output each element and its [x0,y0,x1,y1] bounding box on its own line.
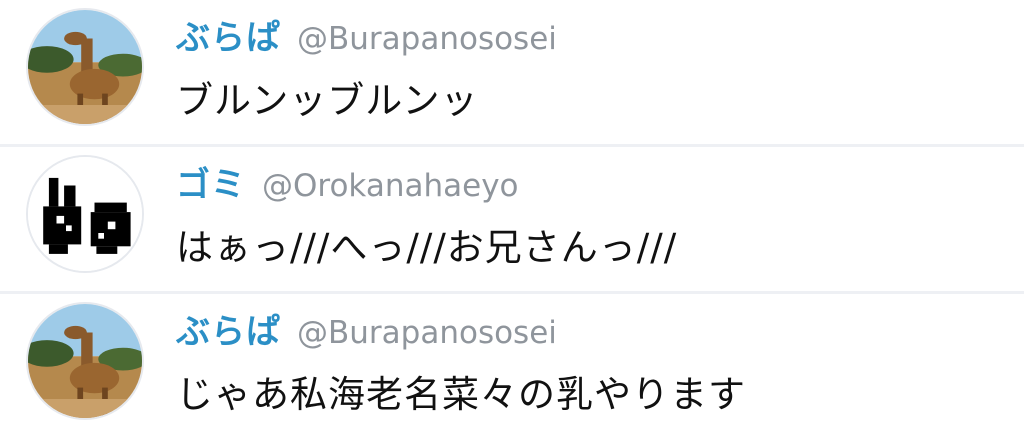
tweet-item[interactable]: ゴミ @Orokanahaeyo はぁっ///へっ///お兄さんっ/// [0,147,1024,294]
timeline: ぶらぱ @Burapanososei ブルンッブルンッ ゴミ @Orokanah… [0,0,1024,436]
display-name[interactable]: ぶらぱ [176,10,281,59]
display-name[interactable]: ゴミ [176,157,246,206]
giraffe-avatar-icon[interactable] [26,302,144,420]
display-name[interactable]: ぶらぱ [176,304,281,353]
tweet-header: ゴミ @Orokanahaeyo [176,157,519,213]
user-handle[interactable]: @Burapanososei [297,21,557,57]
tweet-item[interactable]: ぶらぱ @Burapanososei ブルンッブルンッ [0,0,1024,147]
giraffe-avatar-icon[interactable] [26,8,144,126]
tweet-header: ぶらぱ @Burapanososei [176,304,557,360]
tweet-text: ブルンッブルンッ [176,79,479,122]
tweet-item[interactable]: ぶらぱ @Burapanososei じゃあ私海老名菜々の乳やります [0,294,1024,436]
user-handle[interactable]: @Burapanososei [297,315,557,351]
tweet-text: はぁっ///へっ///お兄さんっ/// [176,226,678,269]
tweet-header: ぶらぱ @Burapanososei [176,10,557,66]
user-handle[interactable]: @Orokanahaeyo [262,168,519,204]
pixel-eyes-avatar-icon[interactable] [26,155,144,273]
tweet-text: じゃあ私海老名菜々の乳やります [176,373,746,416]
